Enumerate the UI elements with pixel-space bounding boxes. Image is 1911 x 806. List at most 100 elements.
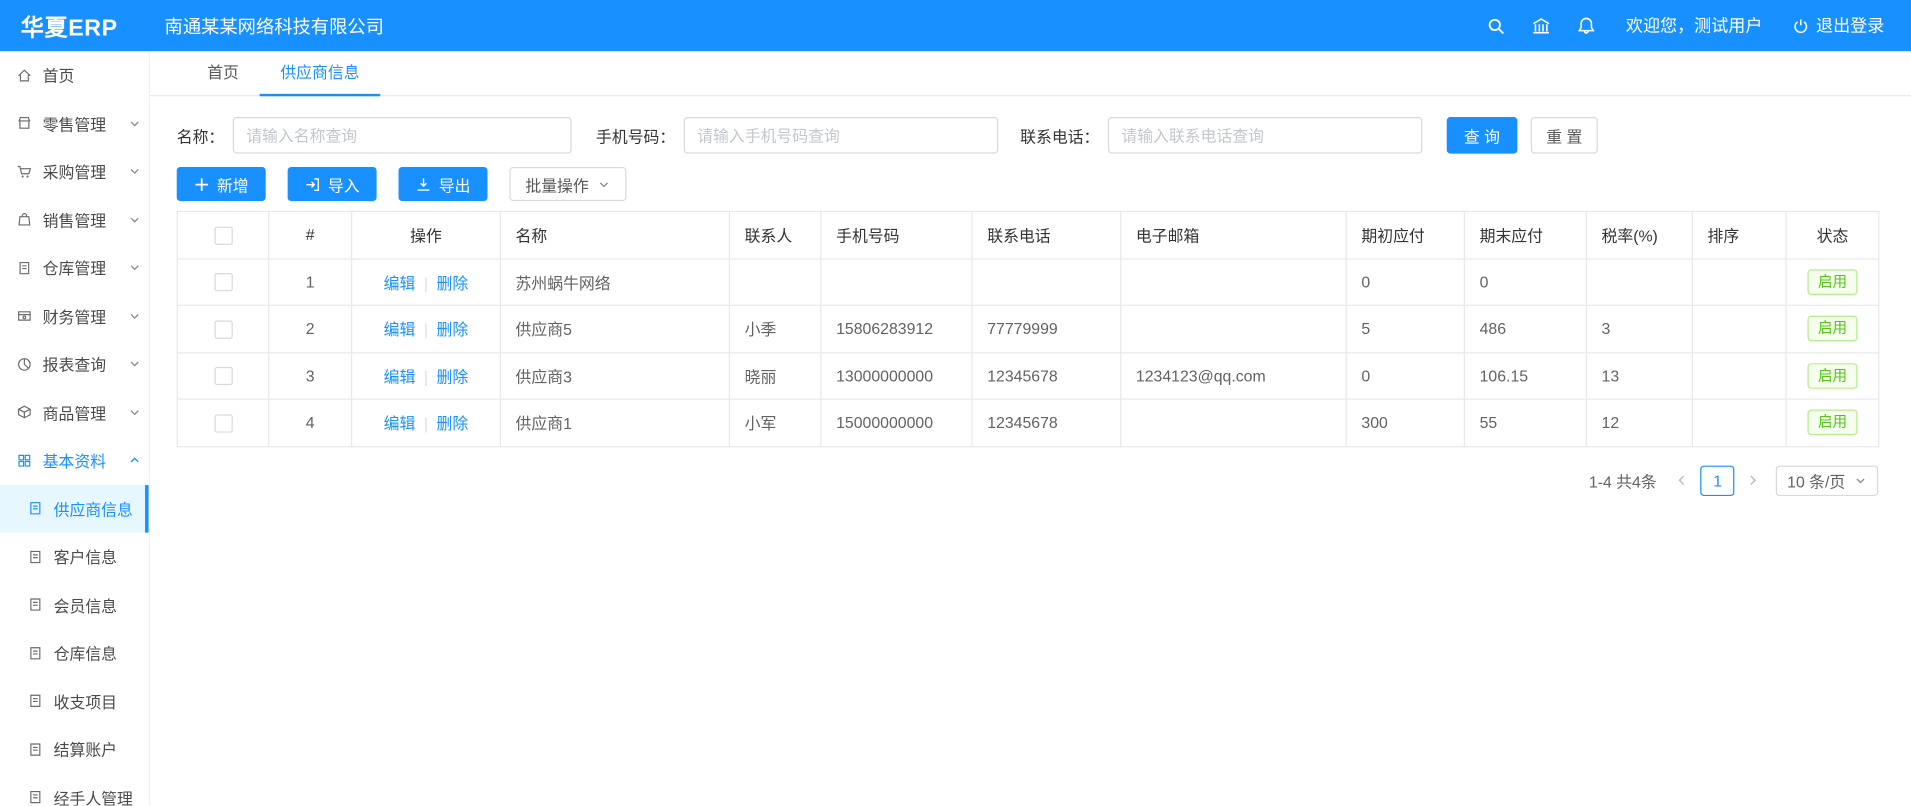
action-divider: | — [424, 274, 428, 292]
select-all-checkbox[interactable] — [214, 226, 232, 244]
column-header: 排序 — [1692, 211, 1786, 258]
doc-icon — [27, 644, 44, 661]
tel-input[interactable] — [1108, 117, 1422, 154]
edit-link[interactable]: 编辑 — [384, 415, 416, 433]
reset-button[interactable]: 重 置 — [1530, 117, 1598, 154]
chevron-down-icon — [128, 165, 141, 178]
status-badge: 启用 — [1808, 316, 1857, 342]
cell-contact — [729, 258, 820, 305]
row-actions: 编辑|删除 — [352, 305, 501, 352]
app-logo: 华夏ERP — [0, 9, 150, 42]
sidebar-item-label: 采购管理 — [43, 160, 106, 183]
row-select-cell — [177, 305, 268, 352]
cell-tax: 3 — [1586, 305, 1692, 352]
cell-ending: 0 — [1464, 258, 1586, 305]
edit-link[interactable]: 编辑 — [384, 274, 416, 292]
cell-email — [1121, 399, 1346, 446]
sidebar-item[interactable]: 基本资料 — [0, 436, 149, 484]
sidebar-item[interactable]: 报表查询 — [0, 340, 149, 388]
cell-name: 供应商5 — [500, 305, 729, 352]
cell-sort — [1692, 258, 1786, 305]
sidebar-item[interactable]: 商品管理 — [0, 388, 149, 436]
search-icon[interactable] — [1486, 15, 1507, 36]
cell-tel: 12345678 — [972, 399, 1121, 446]
row-checkbox[interactable] — [214, 367, 232, 385]
sidebar-item-label: 财务管理 — [43, 304, 106, 327]
sidebar-item[interactable]: 财务管理 — [0, 292, 149, 340]
row-checkbox[interactable] — [214, 414, 232, 432]
edit-link[interactable]: 编辑 — [384, 321, 416, 339]
sidebar-item[interactable]: 销售管理 — [0, 196, 149, 244]
tab[interactable]: 供应商信息 — [260, 51, 381, 95]
sidebar-subitem[interactable]: 仓库信息 — [0, 629, 149, 677]
sidebar-item[interactable]: 仓库管理 — [0, 244, 149, 292]
doc-icon — [27, 693, 44, 710]
sidebar-subitem[interactable]: 供应商信息 — [0, 484, 149, 532]
bank-icon[interactable] — [1531, 15, 1552, 36]
prev-page-button[interactable] — [1669, 466, 1696, 495]
finance-icon — [16, 307, 33, 324]
sidebar-subitem[interactable]: 结算账户 — [0, 725, 149, 773]
name-input[interactable] — [233, 117, 572, 154]
cell-tel: 12345678 — [972, 352, 1121, 399]
cell-name: 供应商1 — [500, 399, 729, 446]
supplier-table: #操作名称联系人手机号码联系电话电子邮箱期初应付期末应付税率(%)排序状态 1编… — [177, 211, 1880, 447]
batch-button[interactable]: 批量操作 — [510, 167, 627, 201]
warehouse-icon — [16, 259, 33, 276]
report-icon — [16, 356, 33, 373]
sidebar-subitem[interactable]: 经手人管理 — [0, 773, 149, 805]
delete-link[interactable]: 删除 — [437, 368, 469, 386]
import-button[interactable]: 导入 — [288, 167, 377, 201]
cell-tax: 13 — [1586, 352, 1692, 399]
doc-icon — [27, 741, 44, 758]
query-button[interactable]: 查 询 — [1447, 117, 1517, 154]
cell-sort — [1692, 352, 1786, 399]
sidebar-item[interactable]: 零售管理 — [0, 99, 149, 147]
page-number[interactable]: 1 — [1701, 465, 1735, 495]
status-badge: 启用 — [1808, 269, 1857, 295]
export-icon — [416, 176, 432, 192]
home-icon — [16, 67, 33, 84]
main-area: 首页供应商信息 名称： 手机号码： 联系电话： 查 询 重 置 新增 — [150, 51, 1911, 805]
table-row: 2编辑|删除供应商5小季158062839127777999954863启用 — [177, 305, 1878, 352]
row-checkbox[interactable] — [214, 320, 232, 338]
sidebar-subitem[interactable]: 客户信息 — [0, 533, 149, 581]
column-header: 期末应付 — [1464, 211, 1586, 258]
cell-sort — [1692, 305, 1786, 352]
mobile-input[interactable] — [684, 117, 998, 154]
delete-link[interactable]: 删除 — [437, 274, 469, 292]
row-actions: 编辑 | 删除 — [352, 399, 501, 446]
tabbar: 首页供应商信息 — [150, 51, 1911, 96]
doc-icon — [27, 596, 44, 613]
chevron-down-icon — [128, 309, 141, 322]
delete-link[interactable]: 删除 — [437, 415, 469, 433]
bell-icon[interactable] — [1576, 15, 1597, 36]
sidebar-item[interactable]: 采购管理 — [0, 147, 149, 195]
row-status-cell: 启用 — [1786, 352, 1879, 399]
tab[interactable]: 首页 — [186, 51, 259, 95]
chevron-down-icon — [597, 177, 610, 190]
import-icon — [305, 176, 321, 192]
next-page-button[interactable] — [1740, 466, 1767, 495]
row-actions: 编辑 | 删除 — [352, 258, 501, 305]
sidebar-item[interactable]: 首页 — [0, 51, 149, 99]
action-divider: | — [424, 415, 428, 433]
sidebar: 首页零售管理采购管理销售管理仓库管理财务管理报表查询商品管理基本资料供应商信息客… — [0, 51, 150, 805]
add-button[interactable]: 新增 — [177, 167, 266, 201]
export-button[interactable]: 导出 — [399, 167, 488, 201]
row-checkbox[interactable] — [214, 273, 232, 291]
sidebar-subitem[interactable]: 会员信息 — [0, 581, 149, 629]
sidebar-subitem[interactable]: 收支项目 — [0, 677, 149, 725]
page-size-select[interactable]: 10 条/页 — [1776, 465, 1878, 495]
filter-bar: 名称： 手机号码： 联系电话： 查 询 重 置 — [177, 117, 1885, 154]
chevron-down-icon — [128, 213, 141, 226]
sidebar-subitem-label: 会员信息 — [54, 593, 117, 616]
logout-button[interactable]: 退出登录 — [1792, 13, 1885, 37]
row-select-cell — [177, 399, 268, 446]
column-header: 状态 — [1786, 211, 1879, 258]
select-all-cell — [177, 211, 268, 258]
column-header: 电子邮箱 — [1121, 211, 1346, 258]
delete-link[interactable]: 删除 — [437, 321, 469, 339]
edit-link[interactable]: 编辑 — [384, 368, 416, 386]
row-status-cell: 启用 — [1786, 399, 1879, 446]
